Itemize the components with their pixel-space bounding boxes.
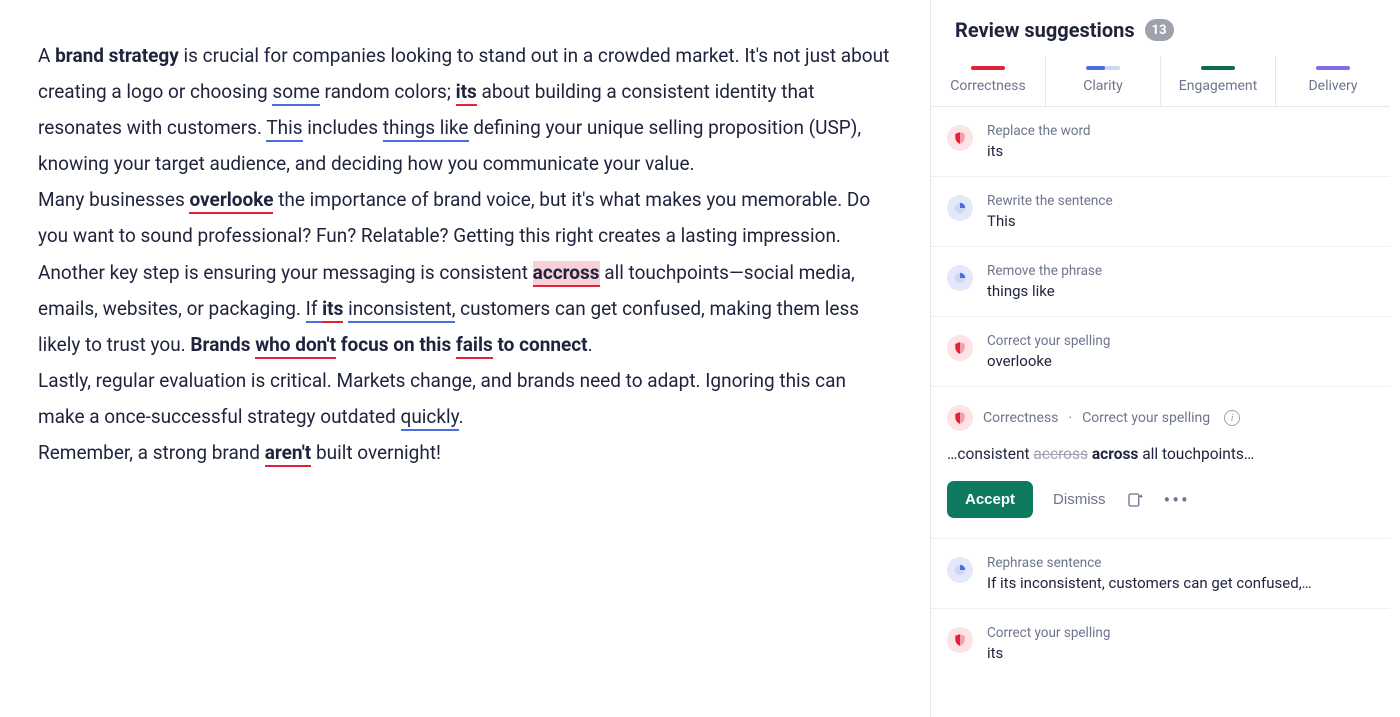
category-tabs: Correctness Clarity Engagement Delivery — [931, 56, 1390, 107]
more-options-icon[interactable]: ••• — [1164, 495, 1190, 505]
info-icon[interactable]: i — [1224, 410, 1240, 426]
suggestion-title: Replace the word — [987, 123, 1368, 139]
suggestion-word: If its inconsistent, customers can get c… — [987, 574, 1368, 592]
text: . — [588, 333, 593, 356]
suggestion-word: This — [987, 212, 1368, 230]
expanded-category: Correctness — [983, 410, 1058, 426]
paragraph-5: Remember, a strong brand aren't built ov… — [38, 435, 890, 471]
clarity-underline[interactable]: inconsistent, — [348, 297, 455, 323]
suggestion-title: Rewrite the sentence — [987, 193, 1368, 209]
tab-delivery[interactable]: Delivery — [1276, 56, 1390, 106]
expanded-preview: …consistent accross across all touchpoin… — [947, 445, 1370, 463]
clarity-icon — [947, 557, 973, 583]
suggestion-list[interactable]: Replace the word its Rewrite the sentenc… — [931, 107, 1390, 717]
paragraph-1: A brand strategy is crucial for companie… — [38, 38, 890, 182]
correctness-underline[interactable]: fails — [456, 333, 493, 359]
suggestion-title: Rephrase sentence — [987, 555, 1368, 571]
expanded-actions: Accept Dismiss ••• — [947, 481, 1370, 518]
tab-correctness[interactable]: Correctness — [931, 56, 1046, 106]
expanded-title: Correct your spelling — [1082, 410, 1210, 426]
expanded-suggestion: Correctness · Correct your spelling i …c… — [931, 387, 1390, 539]
suggestion-item[interactable]: Rewrite the sentence This — [931, 177, 1390, 247]
clarity-underline[interactable]: If its — [306, 297, 344, 323]
suggestion-item[interactable]: Correct your spelling overlooke — [931, 317, 1390, 387]
active-correctness-highlight[interactable]: accross — [533, 261, 600, 287]
tab-label: Correctness — [950, 78, 1025, 94]
suggestion-body: Rewrite the sentence This — [987, 193, 1368, 230]
suggestion-count-badge: 13 — [1145, 19, 1174, 41]
paragraph-2: Many businesses overlooke the importance… — [38, 182, 890, 254]
paragraph-3: Another key step is ensuring your messag… — [38, 255, 890, 363]
correctness-underline[interactable]: overlooke — [189, 188, 273, 214]
bold-text: brand strategy — [55, 44, 179, 67]
text: A — [38, 44, 55, 67]
add-to-dictionary-icon[interactable] — [1126, 491, 1144, 509]
swatch-clarity — [1086, 66, 1120, 70]
suggestion-title: Correct your spelling — [987, 625, 1368, 641]
text: Another key step is ensuring your messag… — [38, 261, 533, 284]
suggestion-item[interactable]: Remove the phrase things like — [931, 247, 1390, 317]
suggestion-body: Correct your spelling its — [987, 625, 1368, 662]
text: built overnight! — [311, 441, 441, 464]
context-before: …consistent — [947, 445, 1033, 463]
shield-icon — [947, 125, 973, 151]
correctness-underline[interactable]: aren't — [265, 441, 312, 467]
correctness-underline[interactable]: who don't — [255, 333, 336, 359]
text: Remember, a strong brand — [38, 441, 265, 464]
suggestion-title: Remove the phrase — [987, 263, 1368, 279]
shield-icon — [947, 335, 973, 361]
tab-clarity[interactable]: Clarity — [1046, 56, 1161, 106]
swatch-correctness — [971, 66, 1005, 70]
sidebar-header: Review suggestions 13 — [931, 0, 1390, 56]
context-after: all touchpoints… — [1138, 445, 1254, 463]
suggestion-word: things like — [987, 282, 1368, 300]
bold-text: focus on this — [336, 333, 456, 356]
shield-icon — [947, 627, 973, 653]
clarity-icon — [947, 265, 973, 291]
clarity-icon — [947, 195, 973, 221]
suggestion-body: Replace the word its — [987, 123, 1368, 160]
bold-text: Brands — [190, 333, 255, 356]
suggestion-body: Rephrase sentence If its inconsistent, c… — [987, 555, 1368, 592]
tab-engagement[interactable]: Engagement — [1161, 56, 1276, 106]
correctness-underline[interactable]: its — [322, 297, 343, 323]
expanded-header: Correctness · Correct your spelling i — [947, 405, 1370, 431]
bold-text: to connect — [493, 333, 588, 356]
swatch-engagement — [1201, 66, 1235, 70]
tab-label: Delivery — [1308, 78, 1357, 94]
separator: · — [1068, 410, 1072, 426]
suggestion-body: Remove the phrase things like — [987, 263, 1368, 300]
clarity-underline[interactable]: quickly — [401, 405, 459, 431]
tab-label: Clarity — [1083, 78, 1122, 94]
suggestion-word: its — [987, 644, 1368, 662]
suggestion-word: its — [987, 142, 1368, 160]
text: Many businesses — [38, 188, 189, 211]
dismiss-button[interactable]: Dismiss — [1053, 491, 1106, 508]
text: random colors; — [320, 80, 456, 103]
suggestion-body: Correct your spelling overlooke — [987, 333, 1368, 370]
accept-button[interactable]: Accept — [947, 481, 1033, 518]
swatch-delivery — [1316, 66, 1350, 70]
text: . — [459, 405, 464, 428]
suggestion-item[interactable]: Rephrase sentence If its inconsistent, c… — [931, 539, 1390, 609]
tab-label: Engagement — [1179, 78, 1257, 94]
sidebar-title: Review suggestions — [955, 18, 1135, 42]
paragraph-4: Lastly, regular evaluation is critical. … — [38, 363, 890, 435]
suggestion-title: Correct your spelling — [987, 333, 1368, 349]
suggestions-sidebar: Review suggestions 13 Correctness Clarit… — [930, 0, 1390, 717]
strikethrough-text: accross — [1033, 445, 1088, 463]
clarity-underline[interactable]: This — [266, 116, 302, 142]
clarity-underline[interactable]: things like — [383, 116, 469, 142]
text: includes — [303, 116, 383, 139]
editor-pane[interactable]: A brand strategy is crucial for companie… — [0, 0, 930, 717]
replacement-text: across — [1088, 445, 1138, 463]
correctness-underline[interactable]: its — [456, 80, 477, 106]
suggestion-item[interactable]: Replace the word its — [931, 107, 1390, 177]
text: If — [306, 297, 323, 320]
suggestion-item[interactable]: Correct your spelling its — [931, 609, 1390, 678]
suggestion-word: overlooke — [987, 352, 1368, 370]
clarity-underline[interactable]: some — [272, 80, 319, 106]
shield-icon — [947, 405, 973, 431]
